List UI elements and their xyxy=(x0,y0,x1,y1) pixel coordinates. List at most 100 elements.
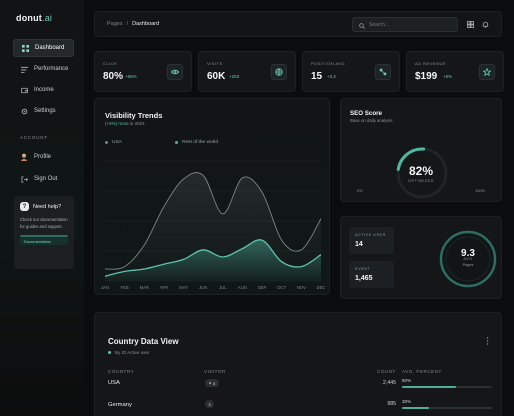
help-title: Need help? xyxy=(33,203,62,210)
breadcrumb-separator: / xyxy=(126,21,129,27)
eye-icon xyxy=(167,64,183,80)
visitor-pill-usa: 4 xyxy=(205,379,219,387)
sidebar-item-performance[interactable]: Performance xyxy=(13,60,74,78)
wallet-icon xyxy=(20,86,28,94)
search-box[interactable] xyxy=(352,17,458,32)
column-header-visitor[interactable]: VISITOR xyxy=(204,369,226,374)
stat-label: AD REVENUE xyxy=(415,61,447,66)
avg-unit: Pages xyxy=(462,263,474,267)
seo-min-label: 0% xyxy=(357,189,363,193)
x-tick-label: NOV xyxy=(297,285,306,290)
sidebar-item-dashboard[interactable]: Dashboard xyxy=(13,39,74,57)
stat-change: +3.2 xyxy=(327,74,336,79)
globe-icon xyxy=(271,64,287,80)
active-user-value: 14 xyxy=(355,241,363,248)
avg-value: 9.3 xyxy=(461,248,475,259)
x-tick-label: JUN xyxy=(199,285,207,290)
x-tick-label: MAY xyxy=(179,285,188,290)
legend-item-rest-of-world: Rest of the world xyxy=(175,140,218,145)
column-header-country[interactable]: COUNTRY xyxy=(108,369,134,374)
legend-label: Rest of the world xyxy=(182,140,218,145)
stat-value: $199 xyxy=(415,71,438,82)
sidebar-item-settings[interactable]: Settings xyxy=(13,102,74,120)
top-bar: Pages / Dashboard xyxy=(94,11,502,37)
bell-icon[interactable] xyxy=(481,20,490,29)
sidebar: donut.ai Dashboard Performance Income Se… xyxy=(0,0,84,416)
x-tick-label: SEP xyxy=(258,285,267,290)
x-tick-label: APR xyxy=(160,285,169,290)
seo-gauge xyxy=(396,147,448,199)
legend-label: USA xyxy=(112,140,122,145)
breadcrumb-parent[interactable]: Pages xyxy=(107,21,123,27)
star-icon xyxy=(479,64,495,80)
legend-swatch xyxy=(175,141,178,144)
help-text: Check our documentation for guides and s… xyxy=(20,217,68,229)
country-data-panel: Country Data View By IO Active user COUN… xyxy=(94,312,502,416)
sidebar-item-label: Performance xyxy=(34,66,69,72)
percent-bar-fill xyxy=(402,407,429,409)
documentation-button[interactable]: Documentation xyxy=(20,235,68,246)
row-percent: 60% xyxy=(402,378,412,383)
seo-max-label: 100% xyxy=(475,189,485,193)
brand-name: donut xyxy=(16,13,42,23)
stat-card-visits: VISITS 60K +263 xyxy=(198,51,296,92)
stat-value: 60K xyxy=(207,71,226,82)
sidebar-item-label: Income xyxy=(34,87,54,93)
event-card: EVENT 1,465 xyxy=(349,261,394,288)
column-header-count[interactable]: COUNT xyxy=(377,369,396,374)
active-user-card: ACTIVE USER 14 xyxy=(349,227,394,254)
breadcrumb-current: Dashboard xyxy=(132,21,160,27)
stat-card-ad-revenue: AD REVENUE $199 +6% xyxy=(406,51,504,92)
row-count: 985 xyxy=(387,401,396,407)
legend-item-usa: USA xyxy=(105,140,122,145)
sidebar-item-profile[interactable]: Profile xyxy=(13,148,74,166)
event-value: 1,465 xyxy=(355,275,373,282)
settings-sliders-icon[interactable] xyxy=(466,20,475,29)
seo-score-label: OPTIMIZED xyxy=(407,179,435,183)
sidebar-item-income[interactable]: Income xyxy=(13,81,74,99)
visibility-subtitle: (+5%) more in 2024 xyxy=(105,121,145,126)
breadcrumb: Pages / Dashboard xyxy=(107,21,159,27)
visitor-dot xyxy=(208,382,211,384)
avg-pages-ring: AVG 9.3 Pages xyxy=(438,229,498,289)
help-title-row: ? Need help? xyxy=(20,202,68,211)
stat-label: VISITS xyxy=(207,61,223,66)
stat-label: CLICK xyxy=(103,61,118,66)
more-options-icon[interactable] xyxy=(483,337,491,345)
stat-card-click: CLICK 80% +66% xyxy=(94,51,192,92)
brand-suffix: .ai xyxy=(42,13,53,23)
country-subtitle-dot xyxy=(108,351,111,354)
search-icon xyxy=(359,16,365,34)
x-tick-label: JUL xyxy=(219,285,227,290)
x-tick-label: FEB xyxy=(121,285,129,290)
seo-score-value: 82% xyxy=(408,164,434,178)
sidebar-item-label: Profile xyxy=(34,154,52,160)
visitor-pill-germany: 3 xyxy=(205,400,214,408)
legend-swatch xyxy=(105,141,108,144)
x-tick-label: OCT xyxy=(277,285,286,290)
visitor-count: 3 xyxy=(208,401,211,407)
position-icon xyxy=(375,64,391,80)
search-input[interactable] xyxy=(369,21,457,28)
row-percent: 30% xyxy=(402,399,412,404)
visibility-trends-panel: Visibility Trends (+5%) more in 2024 USA… xyxy=(94,98,330,295)
event-label: EVENT xyxy=(355,267,371,271)
sidebar-item-sign-out[interactable]: Sign Out xyxy=(13,170,74,188)
country-subtitle-text: By IO Active user xyxy=(115,350,150,355)
x-tick-label: JAN xyxy=(101,285,109,290)
row-country-usa: USA xyxy=(108,380,120,386)
bars-icon xyxy=(20,65,28,73)
gear-icon xyxy=(20,107,28,115)
row-country-germany: Germany xyxy=(108,402,132,408)
sidebar-item-label: Sign Out xyxy=(34,176,58,182)
seo-score-panel: SEO Score Base on daily analysis 82% OPT… xyxy=(340,98,502,202)
user-icon xyxy=(20,153,28,161)
grid-icon xyxy=(21,44,29,52)
x-tick-label: DEC xyxy=(317,285,326,290)
stat-change: +66% xyxy=(125,74,137,79)
brand-logo[interactable]: donut.ai xyxy=(16,13,52,23)
visibility-title: Visibility Trends xyxy=(105,111,163,120)
column-header-avg-percent[interactable]: AVG. PERCENT xyxy=(402,369,442,374)
account-section-label: ACCOUNT xyxy=(20,135,48,140)
stat-change: +6% xyxy=(443,74,453,79)
